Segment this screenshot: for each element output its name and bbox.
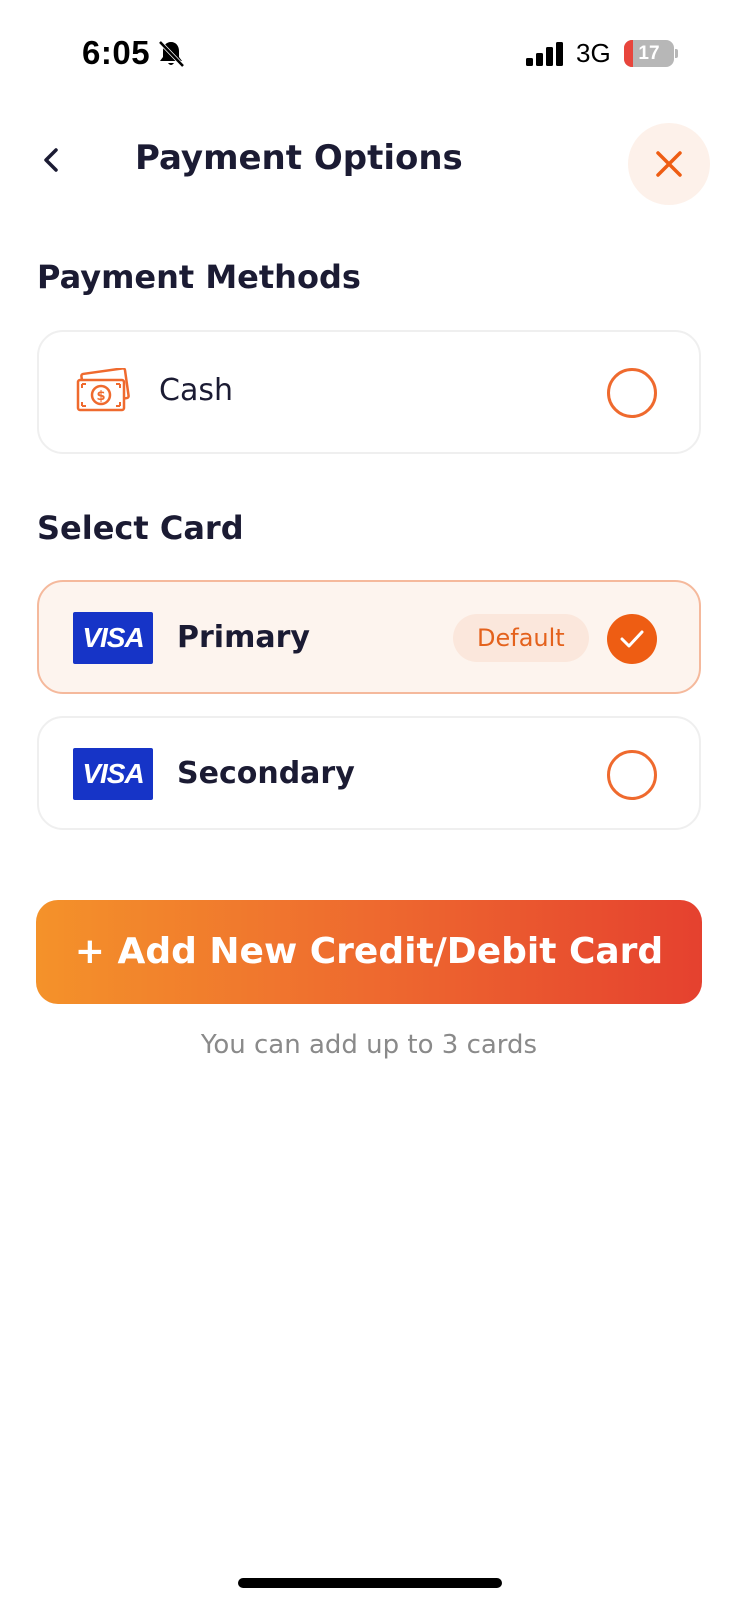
payment-options-screen: 6:05 3G 17 Payment Options Payment Metho… — [0, 0, 738, 1600]
cash-icon: $ — [76, 368, 130, 412]
checkmark-icon — [620, 630, 644, 648]
battery-icon: 17 — [624, 40, 678, 67]
card-primary-label: Primary — [177, 620, 310, 655]
status-time: 6:05 — [82, 34, 151, 71]
network-type: 3G — [576, 38, 611, 68]
close-button[interactable] — [628, 123, 710, 205]
card-limit-helper-text: You can add up to 3 cards — [200, 1030, 538, 1060]
status-bar: 6:05 3G 17 — [0, 0, 738, 110]
visa-logo: VISA — [73, 612, 153, 664]
bell-off-icon — [158, 40, 185, 68]
svg-text:$: $ — [96, 389, 105, 404]
battery-level: 17 — [638, 43, 660, 64]
cash-radio[interactable] — [607, 368, 657, 418]
card-secondary-label: Secondary — [177, 756, 355, 791]
payment-methods-title: Payment Methods — [37, 258, 361, 296]
chevron-left-icon — [44, 148, 58, 172]
select-card-title: Select Card — [37, 509, 244, 547]
back-button[interactable] — [34, 140, 74, 180]
card-primary-radio[interactable] — [607, 614, 657, 664]
visa-logo: VISA — [73, 748, 153, 800]
card-primary[interactable]: VISA Primary Default — [37, 580, 701, 694]
cellular-signal-icon — [526, 42, 563, 66]
card-secondary[interactable]: VISA Secondary — [37, 716, 701, 830]
default-badge: Default — [453, 614, 589, 662]
home-indicator — [238, 1578, 502, 1588]
page-title: Payment Options — [135, 138, 463, 178]
add-card-button[interactable]: + Add New Credit/Debit Card — [36, 900, 702, 1004]
cash-label: Cash — [159, 373, 233, 408]
close-icon — [656, 151, 682, 177]
card-secondary-radio[interactable] — [607, 750, 657, 800]
payment-method-cash[interactable]: $ Cash — [37, 330, 701, 454]
